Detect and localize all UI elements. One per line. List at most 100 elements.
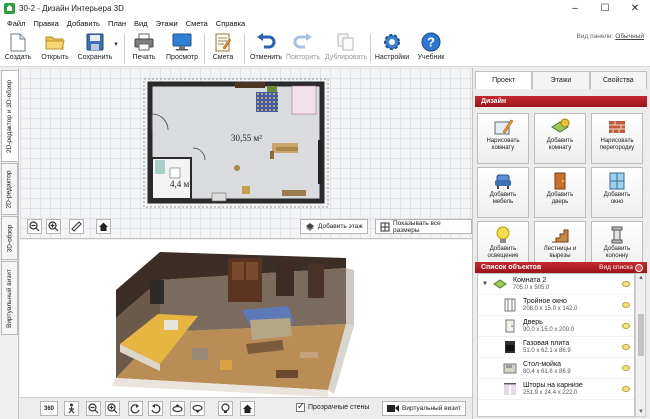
tab-2d-and-3d[interactable]: 2D-редактор и 3D-обзор (1, 70, 18, 162)
tab-project[interactable]: Проект (475, 71, 533, 89)
show-dimensions-button[interactable]: Показывать все размеры (375, 219, 472, 234)
menu-help[interactable]: Справка (212, 19, 249, 28)
zoom-in-button[interactable] (46, 219, 61, 234)
list-view-button[interactable]: Вид списка (599, 262, 643, 273)
plan-2d-editor[interactable]: 30,55 м² 4,4 м² Добавить этаж Показывать… (20, 68, 472, 239)
ruler-button[interactable] (69, 219, 84, 234)
draw-room-button[interactable]: Нарисовать комнату (477, 113, 529, 164)
menu-plan[interactable]: План (104, 19, 130, 28)
add-column-label: Добавить колонну (603, 246, 631, 259)
save-button[interactable]: Сохранить (76, 32, 114, 66)
open-button[interactable]: Открыть (40, 32, 70, 66)
visibility-eye-icon[interactable] (622, 365, 630, 371)
list-item[interactable]: Стол-мойка 80.4 x 61.6 x 86.9 (478, 358, 634, 379)
tutorial-button[interactable]: ? Учебник (416, 32, 446, 66)
tab-3d-view[interactable]: 3D-обзор (1, 216, 18, 260)
window-title: 30-2 - Дизайн Интерьера 3D (19, 4, 124, 13)
menu-file[interactable]: Файл (3, 19, 29, 28)
objects-list-scrollbar[interactable]: ▲ ▼ (635, 273, 646, 417)
scroll-up-icon[interactable]: ▲ (638, 275, 644, 281)
zoom-out-button[interactable] (27, 219, 42, 234)
print-label: Печать (132, 54, 156, 61)
rotate-left-icon (130, 404, 140, 414)
undo-button[interactable]: Отменить (250, 32, 282, 66)
checkbox-checked-icon[interactable] (296, 401, 305, 412)
visibility-eye-icon[interactable] (622, 281, 630, 287)
tilt-up-button[interactable] (170, 401, 185, 416)
visibility-eye-icon[interactable] (622, 323, 630, 329)
zoom-in-3d-button[interactable] (105, 401, 120, 416)
stove-icon (502, 339, 518, 355)
rotate-360-icon: 360 (43, 405, 54, 412)
print-button[interactable]: Печать (130, 32, 158, 66)
draw-partition-button[interactable]: Нарисовать перегородку (591, 113, 643, 164)
visibility-eye-icon[interactable] (622, 386, 630, 392)
duplicate-button[interactable]: Дублировать (325, 32, 367, 66)
room-3d-render[interactable] (20, 240, 472, 397)
home-view-button[interactable] (96, 219, 111, 234)
home-3d-button[interactable] (240, 401, 255, 416)
objects-section-header: Список объектов Вид списка (475, 262, 647, 273)
tab-virtual-visit[interactable]: Виртуальный визит (1, 261, 18, 335)
add-room-button[interactable]: Добавить комнату (534, 113, 586, 164)
objects-list[interactable]: ▼ Комната 2 705.0 x 505.0 Тройное окно 208… (477, 273, 635, 417)
zoom-out-3d-button[interactable] (86, 401, 101, 416)
create-button[interactable]: Создать (5, 32, 31, 66)
redo-button[interactable]: Повторить (286, 32, 320, 66)
estimate-button[interactable]: Смета (210, 32, 236, 66)
save-dropdown-chevron-icon[interactable]: ▼ (113, 42, 119, 48)
scrollbar-thumb[interactable] (638, 314, 644, 356)
minimize-button[interactable]: – (560, 0, 590, 17)
view-panel-value[interactable]: Обычный (615, 33, 644, 40)
rotate-right-button[interactable] (148, 401, 163, 416)
tab-properties[interactable]: Свойства (589, 71, 647, 89)
settings-button[interactable]: Настройки (375, 32, 409, 66)
visibility-eye-icon[interactable] (622, 302, 630, 308)
tilt-down-button[interactable] (190, 401, 205, 416)
rotate-left-button[interactable] (128, 401, 143, 416)
tab-floors[interactable]: Этажи (532, 71, 590, 89)
menu-add[interactable]: Добавить (63, 19, 104, 28)
add-door-button[interactable]: Добавить дверь (534, 167, 586, 218)
curtain-icon (502, 381, 518, 397)
add-floor-button[interactable]: Добавить этаж (300, 219, 368, 234)
add-window-button[interactable]: Добавить окно (591, 167, 643, 218)
close-button[interactable]: ✕ (620, 0, 650, 17)
view-panel-selector[interactable]: Вид панели: Обычный (577, 33, 644, 40)
visibility-eye-icon[interactable] (622, 344, 630, 350)
scroll-down-icon[interactable]: ▼ (638, 409, 644, 415)
list-item[interactable]: Дверь 90.0 x 15.0 x 200.0 (478, 316, 634, 337)
room-icon (492, 276, 508, 292)
list-item[interactable]: Тройное окно 208.0 x 15.0 x 142.0 (478, 295, 634, 316)
transparent-walls-checkbox[interactable]: Прозрачные стены (296, 401, 369, 412)
estimate-label: Смета (212, 54, 234, 61)
home-icon (243, 404, 252, 413)
virtual-visit-button[interactable]: Виртуальный визит (382, 401, 466, 416)
camera-button[interactable] (64, 401, 79, 416)
menu-estimate[interactable]: Смета (182, 19, 212, 28)
list-item[interactable]: Газовая плита 51.0 x 62.1 x 86.9 (478, 337, 634, 358)
toolbar-separator (204, 34, 205, 64)
app-house-icon (4, 3, 15, 14)
menu-floors[interactable]: Этажи (152, 19, 182, 28)
view-3d[interactable] (20, 240, 472, 397)
redo-arrow-icon (292, 32, 314, 52)
undo-arrow-icon (255, 32, 277, 52)
lighting-button[interactable] (218, 401, 233, 416)
tab-2d-editor[interactable]: 2D-редактор (1, 163, 18, 215)
floor-plan-drawing[interactable]: 30,55 м² 4,4 м² (20, 68, 472, 239)
object-dims: 251.9 x 24.4 x 222.0 (523, 389, 578, 396)
preview-button[interactable]: Просмотр (166, 32, 198, 66)
menu-edit[interactable]: Правка (29, 19, 62, 28)
maximize-button[interactable]: ☐ (590, 0, 620, 17)
monitor-icon (171, 32, 193, 52)
list-item[interactable]: Шторы на карнизе 251.9 x 24.4 x 222.0 (478, 379, 634, 400)
add-furniture-button[interactable]: Добавить мебель (477, 167, 529, 218)
menu-view[interactable]: Вид (130, 19, 152, 28)
object-dims: 51.0 x 62.1 x 86.9 (523, 347, 571, 354)
collapse-chevron-icon[interactable]: ▼ (482, 281, 488, 287)
rotate-360-button[interactable]: 360 (40, 401, 58, 416)
toolbar-separator (244, 34, 245, 64)
list-item[interactable]: ▼ Комната 2 705.0 x 505.0 (478, 274, 634, 295)
show-dimensions-label: Показывать все размеры (393, 219, 441, 234)
